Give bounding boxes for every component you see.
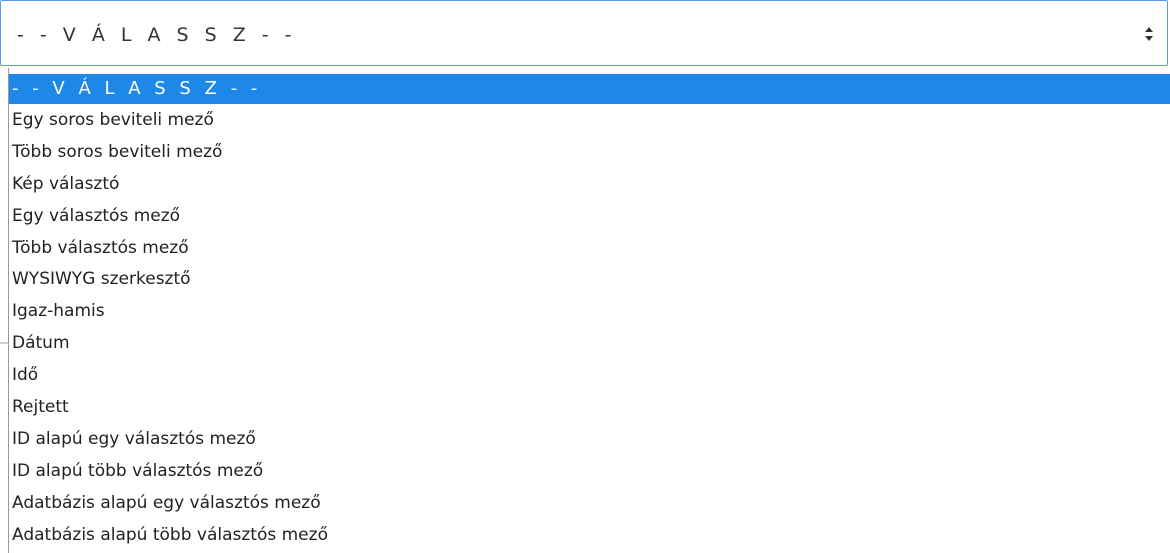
option-rejtett[interactable]: Rejtett xyxy=(9,392,1170,422)
divider xyxy=(0,342,8,344)
option-kep-valaszto[interactable]: Kép választó xyxy=(9,169,1170,199)
option-tobb-valasztos-mezo[interactable]: Több választós mező xyxy=(9,233,1170,263)
option-id-alapu-egy-valasztos-mezo[interactable]: ID alapú egy választós mező xyxy=(9,424,1170,454)
option-datum[interactable]: Dátum xyxy=(9,328,1170,358)
select-current-value: - - V Á L A S S Z - - xyxy=(17,24,297,46)
option-adatbazis-alapu-egy-valasztos-mezo[interactable]: Adatbázis alapú egy választós mező xyxy=(9,488,1170,518)
option-egy-valasztos-mezo[interactable]: Egy választós mező xyxy=(9,201,1170,231)
option-igaz-hamis[interactable]: Igaz-hamis xyxy=(9,296,1170,326)
option-valassz[interactable]: - - V Á L A S S Z - - xyxy=(9,74,1170,104)
up-down-arrows-icon[interactable] xyxy=(1143,25,1155,43)
option-tobb-soros-beviteli-mezo[interactable]: Több soros beviteli mező xyxy=(9,137,1170,167)
option-id-alapu-tobb-valasztos-mezo[interactable]: ID alapú több választós mező xyxy=(9,456,1170,486)
option-ido[interactable]: Idő xyxy=(9,360,1170,390)
option-wysiwyg-szerkeszto[interactable]: WYSIWYG szerkesztő xyxy=(9,264,1170,294)
option-adatbazis-alapu-tobb-valasztos-mezo[interactable]: Adatbázis alapú több választós mező xyxy=(9,520,1170,550)
field-type-select[interactable]: - - V Á L A S S Z - - xyxy=(0,0,1168,66)
page: - - V Á L A S S Z - - - - V Á L A S S Z … xyxy=(0,0,1170,553)
select-dropdown-list: - - V Á L A S S Z - - Egy soros beviteli… xyxy=(8,68,1170,553)
option-egy-soros-beviteli-mezo[interactable]: Egy soros beviteli mező xyxy=(9,105,1170,135)
